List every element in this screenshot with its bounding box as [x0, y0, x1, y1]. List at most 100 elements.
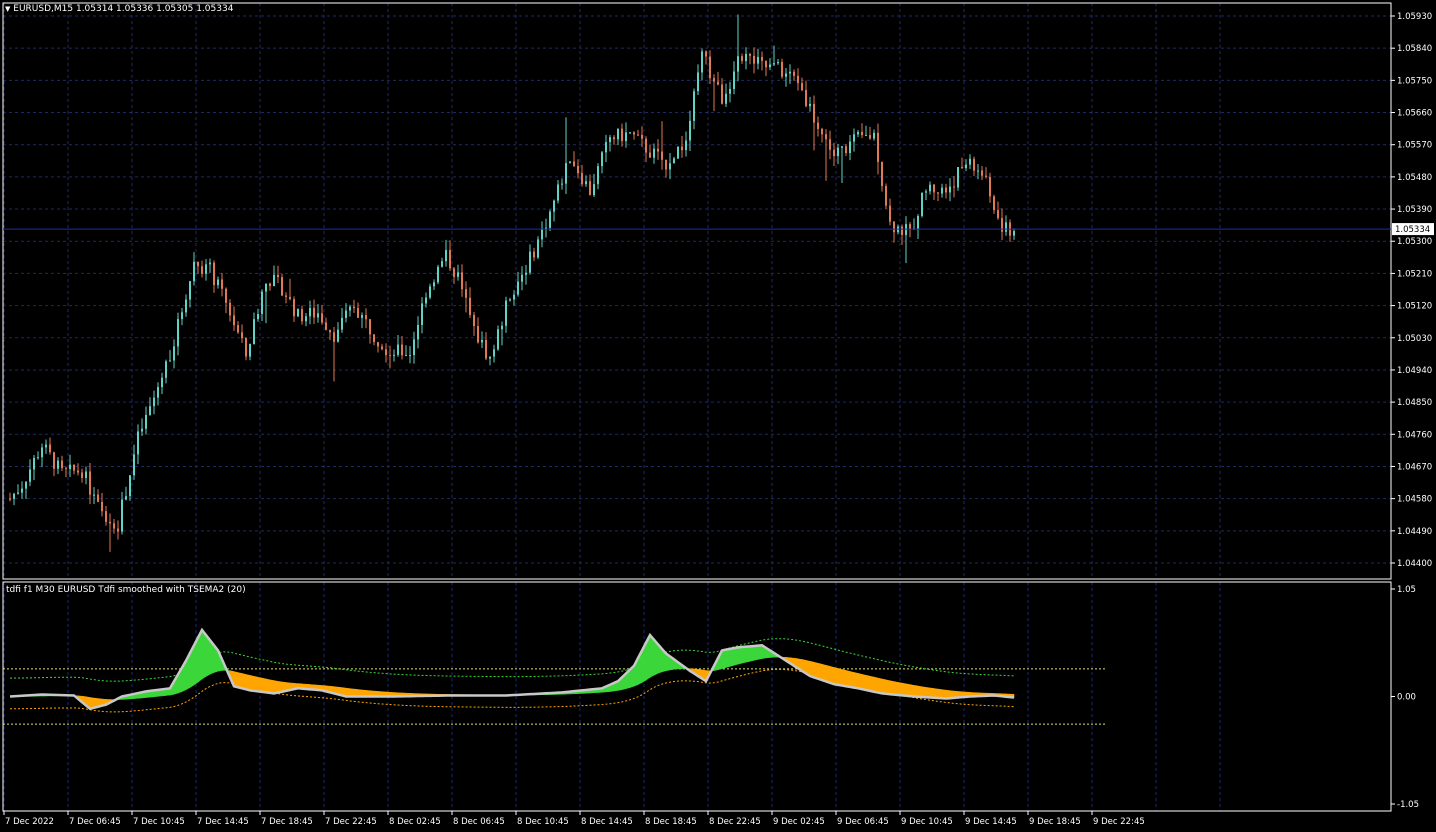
candle-body	[265, 283, 267, 292]
candle-body	[857, 132, 859, 135]
tdfi-fill-segment	[245, 674, 251, 691]
candle-body	[441, 261, 443, 267]
tdfi-fill-segment	[649, 634, 655, 678]
candle-body	[517, 281, 519, 295]
candle-body	[421, 303, 423, 325]
candle-body	[41, 447, 43, 458]
candle-body	[669, 163, 671, 170]
candle-body	[409, 355, 411, 357]
candle-body	[741, 56, 743, 62]
candle-body	[385, 349, 387, 356]
price-tick-label: 1.04760	[1397, 430, 1432, 440]
candle-body	[585, 181, 587, 185]
candle-body	[469, 297, 471, 316]
candle-body	[713, 78, 715, 82]
tdfi-fill-segment	[917, 685, 923, 698]
candle-body	[445, 250, 447, 262]
candle-body	[813, 103, 815, 123]
candle-body	[745, 54, 747, 62]
candle-body	[569, 161, 571, 164]
candle-body	[93, 494, 95, 496]
candle-body	[189, 281, 191, 300]
candle-body	[241, 332, 243, 339]
time-tick-label: 7 Dec 18:45	[261, 817, 313, 827]
candle-body	[101, 501, 103, 512]
candle-body	[113, 523, 115, 529]
candle-body	[521, 274, 523, 282]
candle-body	[357, 308, 359, 318]
candle-body	[509, 299, 511, 301]
tdfi-fill-segment	[889, 680, 895, 695]
candle-body	[33, 457, 35, 470]
candle-body	[1001, 218, 1003, 232]
candle-body	[637, 134, 639, 136]
time-tick-label: 9 Dec 14:45	[965, 817, 1017, 827]
candle-body	[829, 139, 831, 150]
tdfi-fill-segment	[737, 646, 743, 665]
candle-body	[29, 469, 31, 482]
candle-body	[425, 297, 427, 304]
candle-body	[681, 146, 683, 151]
tdfi-fill-segment	[237, 672, 243, 689]
candle-body	[797, 75, 799, 84]
candle-body	[997, 210, 999, 219]
candle-body	[401, 344, 403, 356]
candle-body	[97, 494, 99, 502]
candle-body	[593, 184, 595, 196]
candle-body	[1013, 231, 1015, 236]
candle-body	[325, 322, 327, 330]
candle-body	[917, 215, 919, 229]
candle-body	[525, 272, 527, 275]
time-tick-label: 9 Dec 06:45	[837, 817, 889, 827]
candle-body	[193, 261, 195, 282]
candle-body	[169, 360, 171, 362]
candle-body	[281, 277, 283, 296]
candle-body	[337, 329, 339, 342]
price-tick-label: 1.05480	[1397, 173, 1432, 183]
price-tick-label: 1.05930	[1397, 12, 1432, 22]
tdfi-fill-segment	[905, 683, 911, 697]
chart-background	[0, 0, 1436, 832]
candle-body	[873, 132, 875, 139]
candle-body	[137, 431, 139, 455]
time-tick-label: 7 Dec 10:45	[133, 817, 185, 827]
candle-body	[653, 148, 655, 158]
candle-body	[313, 307, 315, 318]
tdfi-fill-segment	[925, 686, 931, 698]
candle-body	[921, 192, 923, 216]
candle-body	[925, 191, 927, 193]
candle-body	[245, 338, 247, 357]
candle-body	[309, 307, 311, 317]
time-tick-label: 8 Dec 22:45	[709, 817, 761, 827]
candle-body	[145, 414, 147, 429]
chart-menu-icon[interactable]: ▼	[5, 5, 10, 13]
candle-body	[37, 457, 39, 459]
time-tick-label: 8 Dec 10:45	[517, 817, 569, 827]
candle-body	[657, 148, 659, 152]
price-tick-label: 1.05300	[1397, 237, 1432, 247]
candle-body	[129, 475, 131, 497]
trading-chart[interactable]: 1.05930 1.05840 1.05750 1.05660 1.05570 1.054…	[0, 0, 1436, 832]
candle-body	[25, 481, 27, 489]
time-tick-label: 8 Dec 14:45	[581, 817, 633, 827]
candle-body	[533, 251, 535, 258]
candle-body	[117, 528, 119, 532]
candle-body	[773, 63, 775, 65]
candle-body	[201, 266, 203, 274]
candle-body	[885, 186, 887, 206]
price-tick-label: 1.05120	[1397, 302, 1432, 312]
price-tick-label: 1.04580	[1397, 495, 1432, 505]
candle-body	[417, 324, 419, 340]
time-tick-label: 8 Dec 02:45	[389, 817, 441, 827]
candle-body	[377, 342, 379, 347]
candle-body	[389, 355, 391, 357]
candle-body	[633, 132, 635, 135]
candle-body	[465, 289, 467, 298]
candle-body	[629, 132, 631, 134]
candle-body	[837, 147, 839, 157]
candle-body	[205, 264, 207, 274]
candle-body	[477, 326, 479, 343]
candle-body	[489, 356, 491, 359]
candle-body	[825, 134, 827, 140]
price-tick-label: 1.05840	[1397, 44, 1432, 54]
